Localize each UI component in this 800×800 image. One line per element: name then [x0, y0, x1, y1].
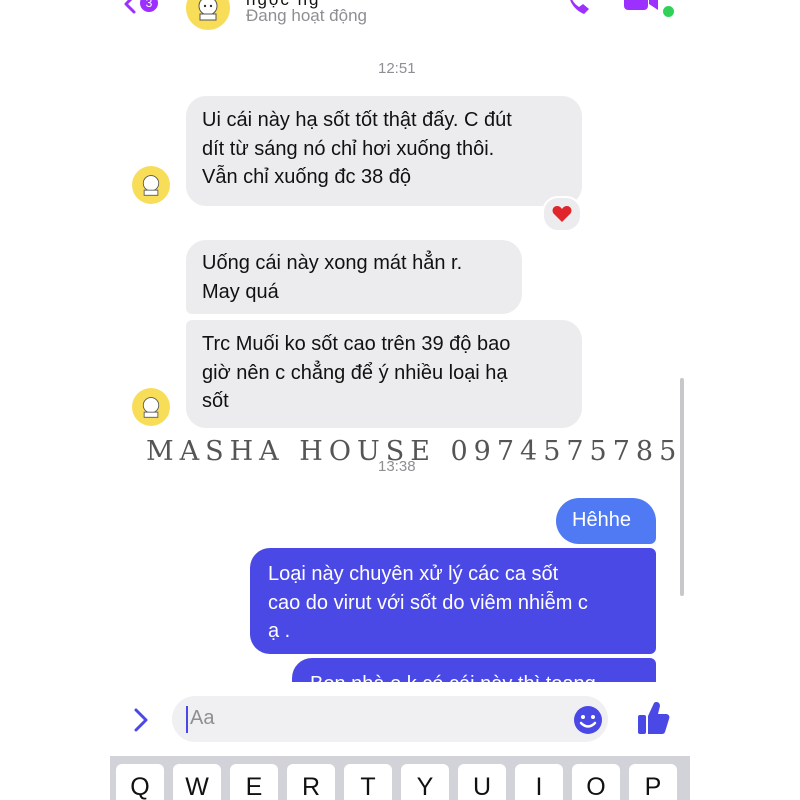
cartoon-face-icon	[142, 397, 160, 418]
incoming-message[interactable]: Trc Muối ko sốt cao trên 39 độ bao giờ n…	[186, 320, 582, 428]
incoming-message[interactable]: Ui cái này hạ sốt tốt thật đấy. C đút dí…	[186, 96, 582, 206]
message-line: Loại này chuyên xử lý các ca sốt	[268, 563, 559, 585]
chat-header: 3 ngọc ng Đang hoạt động	[110, 0, 690, 32]
message-input-placeholder: Aa	[190, 707, 215, 729]
key-u[interactable]: U	[458, 764, 506, 800]
key-o[interactable]: O	[572, 764, 620, 800]
message-line: Trc Muối ko sốt cao trên 39 độ bao	[202, 333, 511, 355]
text-caret	[186, 706, 188, 733]
sender-avatar[interactable]	[132, 388, 170, 426]
active-status: Đang hoạt động	[246, 6, 367, 25]
chevron-right-icon[interactable]	[132, 706, 150, 734]
cartoon-face-icon	[142, 175, 160, 196]
message-line: cao do virut với sốt do viêm nhiễm c	[268, 591, 588, 614]
message-line: ạ .	[268, 620, 291, 642]
call-icon[interactable]	[562, 0, 596, 18]
message-line: Ui cái này hạ sốt tốt thật đấy. C đút	[202, 109, 512, 131]
message-line: dít từ sáng nó chỉ hơi xuống thôi.	[202, 137, 495, 160]
online-indicator	[661, 4, 676, 19]
incoming-message[interactable]: Uống cái này xong mát hẳn r. May quá	[186, 240, 522, 314]
key-w[interactable]: W	[173, 764, 221, 800]
key-r[interactable]: R	[287, 764, 335, 800]
sender-avatar[interactable]	[132, 166, 170, 204]
message-line: Vẫn chỉ xuống đc 38 độ	[202, 166, 412, 188]
keyboard: Q W E R T Y U I O P	[110, 756, 690, 800]
message-line: May quá	[202, 280, 279, 303]
key-t[interactable]: T	[344, 764, 392, 800]
contact-avatar[interactable]	[186, 0, 230, 30]
key-e[interactable]: E	[230, 764, 278, 800]
watermark: MASHA HOUSE 0974575785	[146, 436, 683, 467]
emoji-icon[interactable]	[572, 704, 604, 736]
scrollbar[interactable]	[680, 378, 684, 596]
thumbs-up-icon[interactable]	[636, 700, 670, 736]
svg-text:3: 3	[146, 0, 153, 10]
back-icon[interactable]: 3	[124, 0, 158, 20]
key-i[interactable]: I	[515, 764, 563, 800]
key-y[interactable]: Y	[401, 764, 449, 800]
message-line: giờ nên c chẳng để ý nhiều loại hạ	[202, 361, 508, 384]
message-reaction[interactable]	[542, 196, 582, 232]
video-icon[interactable]	[616, 0, 666, 16]
outgoing-message[interactable]: Hêhhe	[556, 498, 656, 544]
key-p[interactable]: P	[629, 764, 677, 800]
message-line: Uống cái này xong mát hẳn r.	[202, 252, 463, 274]
timestamp: 12:51	[378, 60, 416, 77]
outgoing-message[interactable]: Loại này chuyên xử lý các ca sốt cao do …	[250, 548, 656, 654]
message-line: sốt	[202, 390, 229, 412]
cartoon-face-icon	[198, 0, 218, 21]
message-input[interactable]: Aa	[172, 696, 608, 742]
messenger-screen: 3 ngọc ng Đang hoạt động 12:51 Ui cái nà…	[110, 0, 690, 800]
key-q[interactable]: Q	[116, 764, 164, 800]
heart-icon	[552, 206, 572, 222]
message-composer: Aa	[110, 682, 690, 756]
